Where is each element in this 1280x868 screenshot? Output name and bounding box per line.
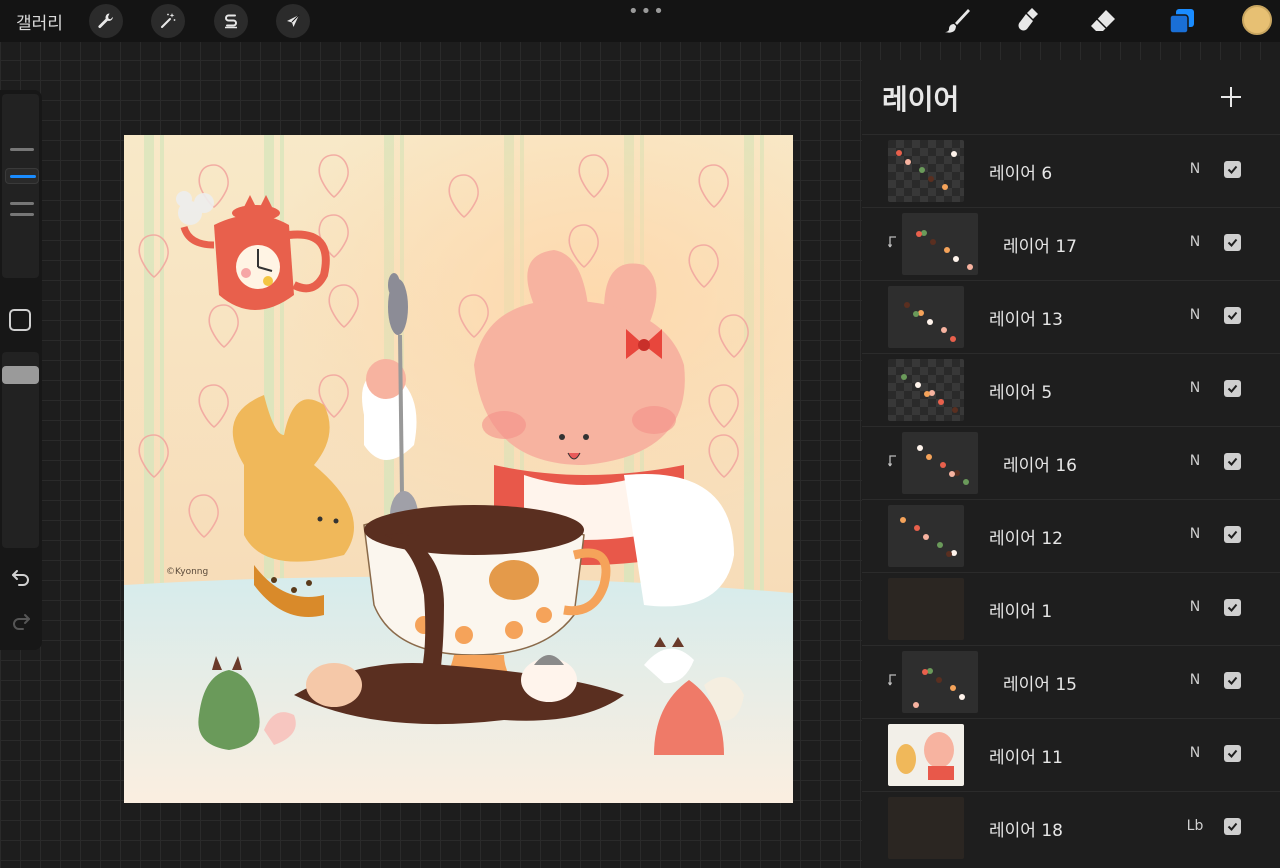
opacity-handle[interactable] (2, 366, 39, 384)
blend-mode-button[interactable]: N (1180, 745, 1210, 761)
checkmark-icon (1227, 457, 1238, 466)
visibility-checkbox[interactable] (1224, 672, 1241, 689)
brush-size-handle[interactable] (5, 168, 39, 184)
blend-mode-button[interactable]: N (1180, 672, 1210, 688)
undo-icon[interactable] (9, 564, 33, 588)
layer-name: 레이어 5 (989, 383, 1053, 403)
layer-name: 레이어 1 (989, 602, 1053, 622)
layer-name: 레이어 11 (989, 748, 1063, 768)
more-menu[interactable]: ••• (628, 1, 666, 22)
color-picker-button[interactable] (1242, 5, 1272, 35)
drawing-canvas[interactable]: ©Kyonng (124, 135, 793, 803)
visibility-checkbox[interactable] (1224, 234, 1241, 251)
layer-row[interactable]: 레이어 15 N (862, 645, 1280, 718)
visibility-checkbox[interactable] (1224, 599, 1241, 616)
layer-name: 레이어 16 (1003, 456, 1077, 476)
visibility-checkbox[interactable] (1224, 453, 1241, 470)
layer-row[interactable]: 레이어 17 N (862, 207, 1280, 280)
checkmark-icon (1227, 749, 1238, 758)
layer-row[interactable]: 레이어 12 N (862, 499, 1280, 572)
visibility-checkbox[interactable] (1224, 161, 1241, 178)
magic-wand-icon[interactable] (151, 4, 185, 38)
artist-signature: ©Kyonng (166, 567, 209, 577)
layer-thumbnail[interactable] (888, 578, 964, 640)
clipping-mask-icon (888, 236, 896, 248)
layers-panel: 레이어 레이어 6 N 레이어 17 N 레이어 13 N 레이어 5 N 레이어 16 N 레이어… (862, 60, 1280, 868)
layer-row[interactable]: 레이어 18 Lb (862, 791, 1280, 864)
modify-button[interactable] (9, 309, 31, 331)
brush-icon[interactable] (940, 4, 974, 38)
blend-mode-button[interactable]: N (1180, 526, 1210, 542)
layer-row[interactable]: 레이어 13 N (862, 280, 1280, 353)
visibility-checkbox[interactable] (1224, 526, 1241, 543)
blend-mode-button[interactable]: N (1180, 453, 1210, 469)
layer-row[interactable]: 레이어 11 N (862, 718, 1280, 791)
gallery-button[interactable]: 갤러리 (16, 9, 63, 34)
checkmark-icon (1227, 311, 1238, 320)
clipping-mask-icon (888, 455, 896, 467)
layer-thumbnail[interactable] (888, 359, 964, 421)
layer-thumbnail[interactable] (888, 797, 964, 859)
clipping-mask-icon (888, 674, 896, 686)
visibility-checkbox[interactable] (1224, 380, 1241, 397)
checkmark-icon (1227, 676, 1238, 685)
checkmark-icon (1227, 822, 1238, 831)
smudge-icon[interactable] (1013, 4, 1047, 38)
checkmark-icon (1227, 384, 1238, 393)
layer-name: 레이어 17 (1003, 237, 1077, 257)
blend-mode-button[interactable]: N (1180, 307, 1210, 323)
wrench-icon[interactable] (89, 4, 123, 38)
layer-thumbnail[interactable] (888, 140, 964, 202)
add-layer-icon[interactable] (1218, 84, 1244, 110)
redo-icon[interactable] (9, 608, 33, 632)
layers-title: 레이어 (882, 83, 960, 116)
visibility-checkbox[interactable] (1224, 818, 1241, 835)
layer-thumbnail[interactable] (902, 432, 978, 494)
selection-s-icon[interactable] (214, 4, 248, 38)
left-sidebar (0, 90, 42, 650)
layer-thumbnail[interactable] (888, 286, 964, 348)
visibility-checkbox[interactable] (1224, 307, 1241, 324)
layer-row[interactable]: 레이어 16 N (862, 426, 1280, 499)
layers-icon[interactable] (1165, 4, 1199, 38)
checkmark-icon (1227, 238, 1238, 247)
transform-arrow-icon[interactable] (276, 4, 310, 38)
layer-thumbnail[interactable] (888, 724, 964, 786)
checkmark-icon (1227, 603, 1238, 612)
layer-name: 레이어 13 (989, 310, 1063, 330)
layer-thumbnail[interactable] (888, 505, 964, 567)
blend-mode-button[interactable]: N (1180, 234, 1210, 250)
blend-mode-button[interactable]: N (1180, 599, 1210, 615)
checkmark-icon (1227, 530, 1238, 539)
checkmark-icon (1227, 165, 1238, 174)
blend-mode-button[interactable]: N (1180, 380, 1210, 396)
layer-name: 레이어 18 (989, 821, 1063, 841)
layer-name: 레이어 12 (989, 529, 1063, 549)
layer-thumbnail[interactable] (902, 651, 978, 713)
blend-mode-button[interactable]: N (1180, 161, 1210, 177)
layer-row[interactable]: 레이어 5 N (862, 353, 1280, 426)
artwork-illustration (124, 135, 793, 803)
layer-name: 레이어 15 (1003, 675, 1077, 695)
eraser-icon[interactable] (1086, 4, 1120, 38)
top-toolbar: 갤러리 ••• (0, 0, 1280, 42)
blend-mode-button[interactable]: Lb (1180, 818, 1210, 834)
layer-row[interactable]: 레이어 1 N (862, 572, 1280, 645)
layers-header: 레이어 (862, 60, 1280, 134)
layer-name: 레이어 6 (989, 164, 1053, 184)
layer-thumbnail[interactable] (902, 213, 978, 275)
visibility-checkbox[interactable] (1224, 745, 1241, 762)
layer-row[interactable]: 레이어 6 N (862, 134, 1280, 207)
brush-size-slider[interactable] (2, 94, 39, 278)
